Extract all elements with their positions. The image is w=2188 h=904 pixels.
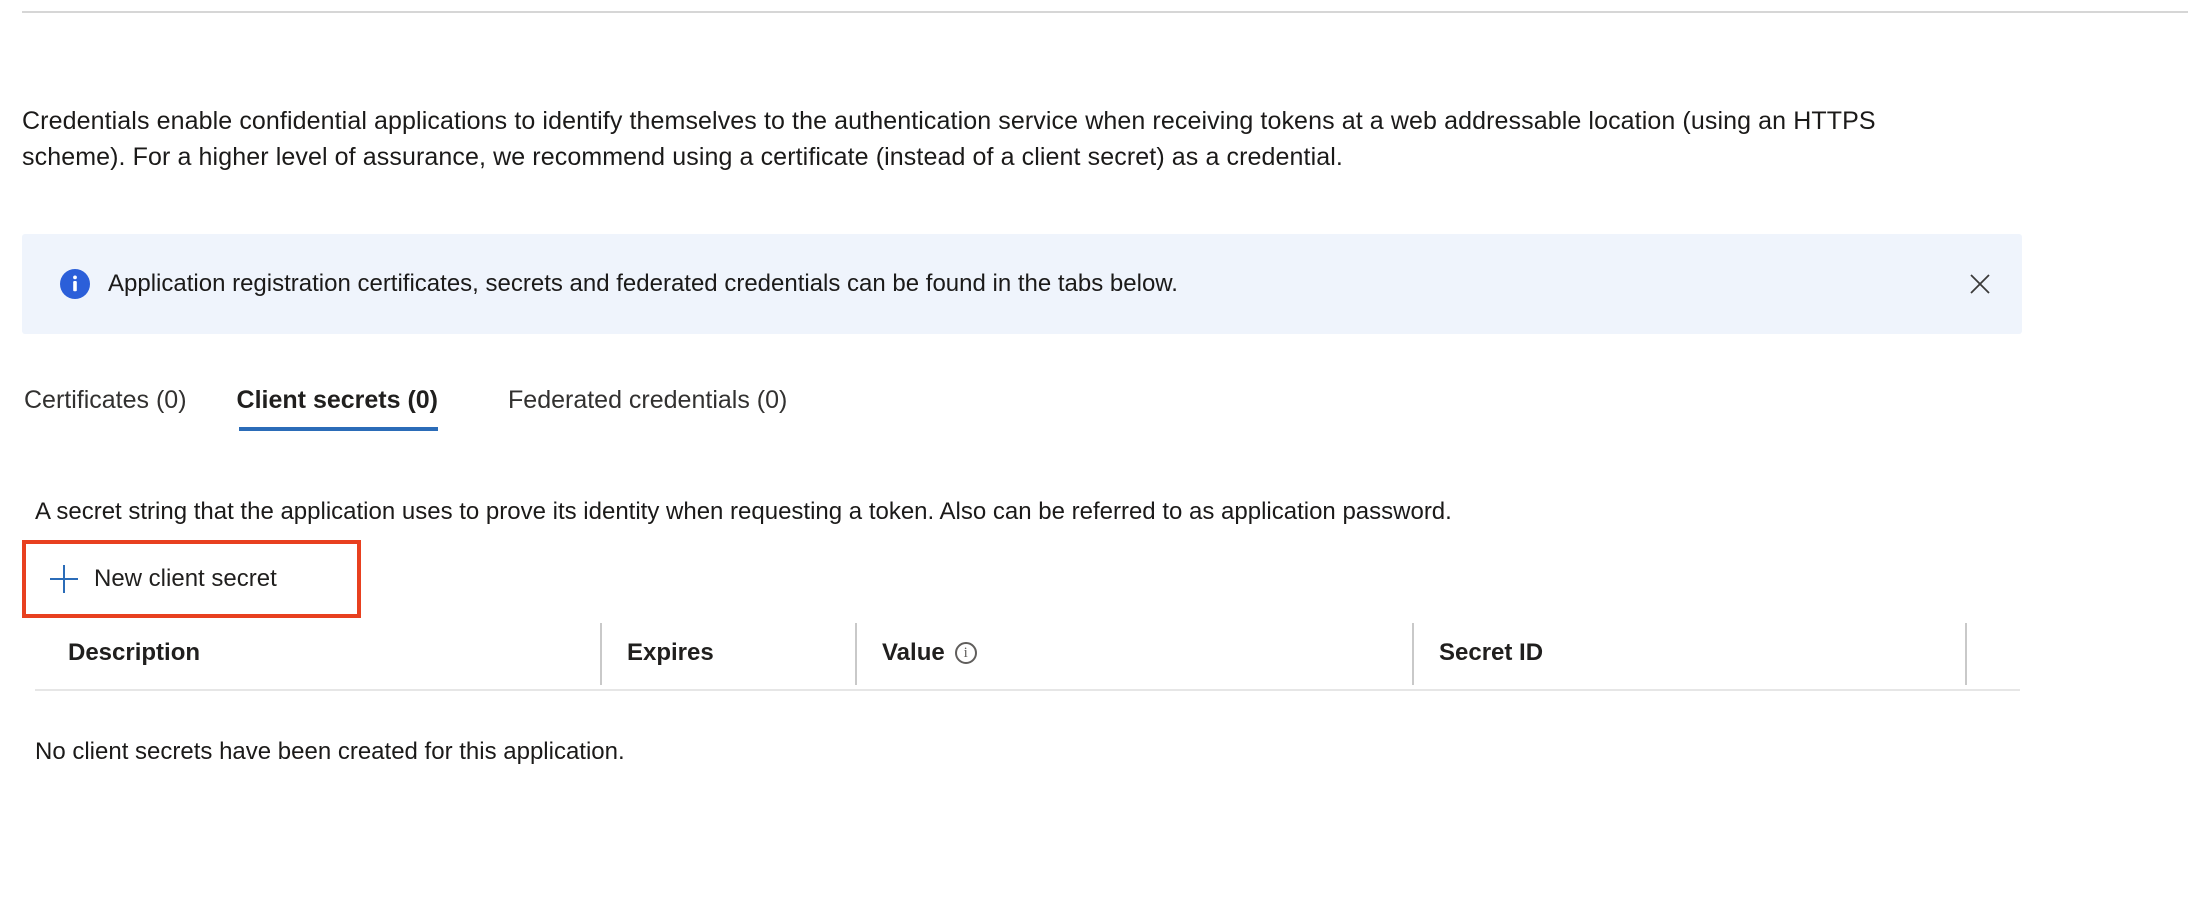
credentials-intro-paragraph: Credentials enable confidential applicat… [22,107,1876,171]
client-secrets-table: Description Expires Value i Secret ID [35,617,2020,691]
info-outline-icon[interactable]: i [954,642,977,664]
tab-certificates[interactable]: Certificates (0) [22,385,215,431]
column-divider [855,623,857,685]
column-header-secret-id[interactable]: Secret ID [1439,639,1543,667]
credentials-tabs: Certificates (0) Client secrets (0) Fede… [22,385,817,431]
new-client-secret-label: New client secret [94,565,277,592]
close-icon[interactable] [1958,262,2002,306]
info-banner: Application registration certificates, s… [22,234,2022,334]
tab-client-secrets[interactable]: Client secrets (0) [237,385,466,431]
column-header-value-label: Value [882,639,945,666]
info-icon [60,269,90,299]
table-header-row: Description Expires Value i Secret ID [35,617,2020,691]
new-client-secret-highlight: New client secret [22,540,361,618]
client-secrets-description: A secret string that the application use… [35,498,1452,525]
column-header-value[interactable]: Value i [882,639,977,667]
column-header-expires[interactable]: Expires [627,639,714,667]
column-divider [1965,623,1967,685]
tab-federated-credentials[interactable]: Federated credentials (0) [488,385,795,431]
column-divider [1412,623,1414,685]
new-client-secret-button[interactable]: New client secret [42,559,285,599]
column-divider [600,623,602,685]
table-empty-message: No client secrets have been created for … [35,738,625,765]
info-banner-message: Application registration certificates, s… [108,270,1178,297]
column-header-description[interactable]: Description [68,639,200,667]
plus-icon [50,565,78,593]
top-divider [22,11,2188,13]
